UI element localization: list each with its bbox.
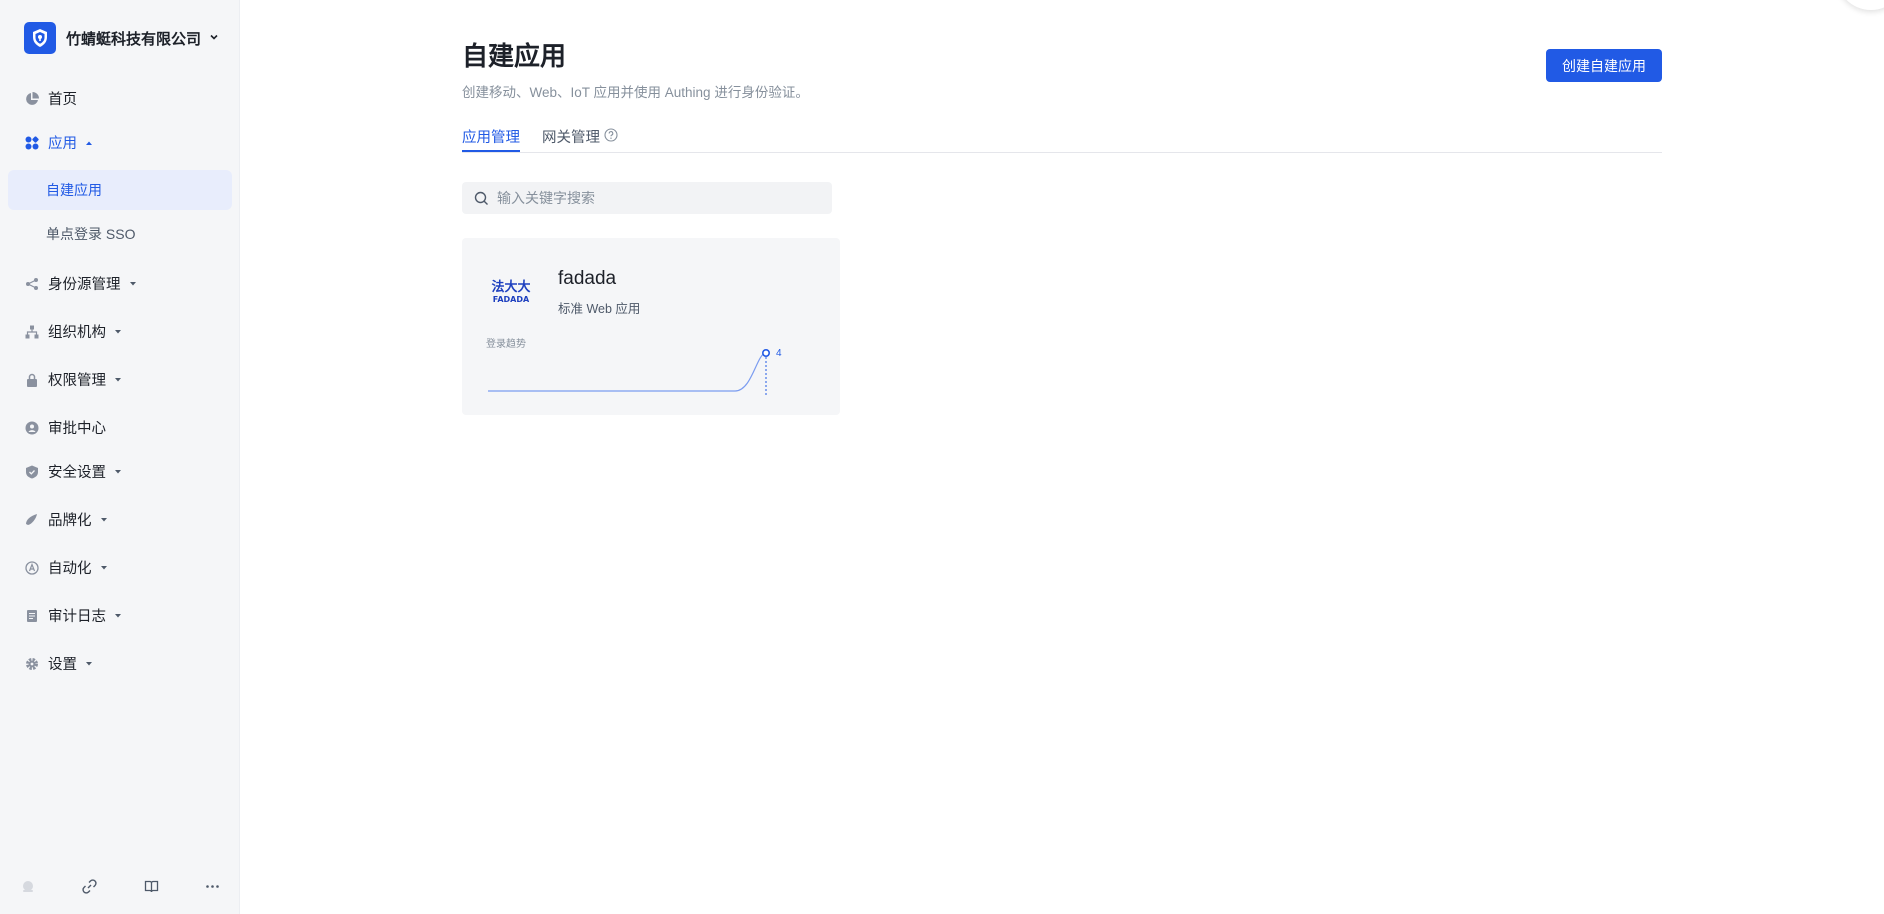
org-name: 竹蜻蜓科技有限公司 — [66, 30, 202, 48]
app-name: fadada — [558, 268, 617, 289]
book-icon[interactable] — [141, 876, 161, 896]
chevron-up-icon — [85, 140, 93, 146]
shield-icon — [24, 464, 40, 480]
search-icon — [474, 191, 489, 206]
gear-icon — [24, 656, 40, 672]
nav-home[interactable]: 首页 — [24, 88, 77, 109]
app-logo-text: 法大大 — [491, 279, 530, 295]
chevron-down-icon — [114, 469, 122, 475]
sidebar-item-label: 单点登录 SSO — [46, 226, 136, 242]
pie-chart-icon — [24, 91, 40, 107]
chevron-down-icon — [100, 565, 108, 571]
nav-security[interactable]: 安全设置 — [24, 461, 122, 482]
nav-audit-label: 审计日志 — [48, 609, 106, 625]
nav-org-structure[interactable]: 组织机构 — [24, 321, 122, 342]
nav-automation-label: 自动化 — [48, 561, 92, 577]
trend-point — [761, 349, 770, 358]
sidebar-item-custom-apps[interactable]: 自建应用 — [8, 170, 232, 210]
share-icon — [24, 276, 40, 292]
app-card[interactable]: 法大大 FADADA fadada 标准 Web 应用 登录趋势 4 — [462, 238, 840, 415]
nav-identity-label: 身份源管理 — [48, 277, 121, 293]
nav-security-label: 安全设置 — [48, 465, 106, 481]
nav-settings[interactable]: 设置 — [24, 653, 93, 674]
org-switcher[interactable]: 竹蜻蜓科技有限公司 — [24, 22, 219, 54]
chevron-down-icon — [114, 377, 122, 383]
user-circle-icon — [24, 420, 40, 436]
nav-permissions[interactable]: 权限管理 — [24, 369, 122, 390]
chevron-down-icon — [100, 517, 108, 523]
question-circle-icon[interactable] — [604, 128, 618, 146]
tab-app-management[interactable]: 应用管理 — [462, 126, 520, 152]
nav-branding[interactable]: 品牌化 — [24, 509, 108, 530]
link-icon[interactable] — [79, 876, 99, 896]
app-logo-subtext: FADADA — [493, 295, 530, 304]
document-icon — [24, 608, 40, 624]
app-logo: 法大大 FADADA — [488, 278, 534, 304]
search-input[interactable] — [495, 189, 819, 207]
nav-approval-label: 审批中心 — [48, 421, 106, 437]
brush-icon — [24, 512, 40, 528]
org-tree-icon — [24, 324, 40, 340]
nav-approval[interactable]: 审批中心 — [24, 417, 106, 438]
tab-gateway-management[interactable]: 网关管理 — [542, 126, 618, 152]
floating-widget[interactable] — [1836, 0, 1884, 10]
chevron-down-icon — [85, 661, 93, 667]
nav-org-structure-label: 组织机构 — [48, 325, 106, 341]
app-type: 标准 Web 应用 — [558, 302, 641, 316]
trend-value-label: 4 — [776, 348, 782, 359]
robot-icon[interactable] — [18, 876, 38, 896]
nav-apps[interactable]: 应用 — [24, 132, 93, 153]
page-title: 自建应用 — [462, 41, 567, 71]
login-trend-chart: 4 — [487, 348, 782, 395]
nav-identity[interactable]: 身份源管理 — [24, 273, 137, 294]
more-icon[interactable] — [202, 876, 222, 896]
sidebar-footer — [0, 872, 240, 900]
tab-label: 网关管理 — [542, 130, 600, 146]
nav-home-label: 首页 — [48, 92, 77, 108]
page-description: 创建移动、Web、IoT 应用并使用 Authing 进行身份验证。 — [462, 85, 809, 100]
chevron-down-icon — [209, 29, 219, 47]
sidebar-item-label: 自建应用 — [46, 182, 102, 198]
org-logo — [24, 22, 56, 54]
lock-icon — [24, 372, 40, 388]
sidebar: 竹蜻蜓科技有限公司 首页 应用 自建应用 单点登录 SSO 身份源管理 组织机构… — [0, 0, 240, 914]
nav-branding-label: 品牌化 — [48, 513, 92, 529]
sidebar-item-sso[interactable]: 单点登录 SSO — [8, 214, 232, 254]
apps-icon — [24, 135, 40, 151]
create-app-button[interactable]: 创建自建应用 — [1546, 49, 1662, 82]
nav-audit[interactable]: 审计日志 — [24, 605, 122, 626]
nav-apps-label: 应用 — [48, 136, 77, 152]
nav-settings-label: 设置 — [48, 657, 77, 673]
chevron-down-icon — [114, 329, 122, 335]
automation-icon — [24, 560, 40, 576]
nav-automation[interactable]: 自动化 — [24, 557, 108, 578]
chevron-down-icon — [129, 281, 137, 287]
chevron-down-icon — [114, 613, 122, 619]
nav-permissions-label: 权限管理 — [48, 373, 106, 389]
tab-bar: 应用管理 网关管理 — [462, 120, 1662, 153]
search-box[interactable] — [462, 182, 832, 214]
trend-line — [487, 352, 767, 392]
